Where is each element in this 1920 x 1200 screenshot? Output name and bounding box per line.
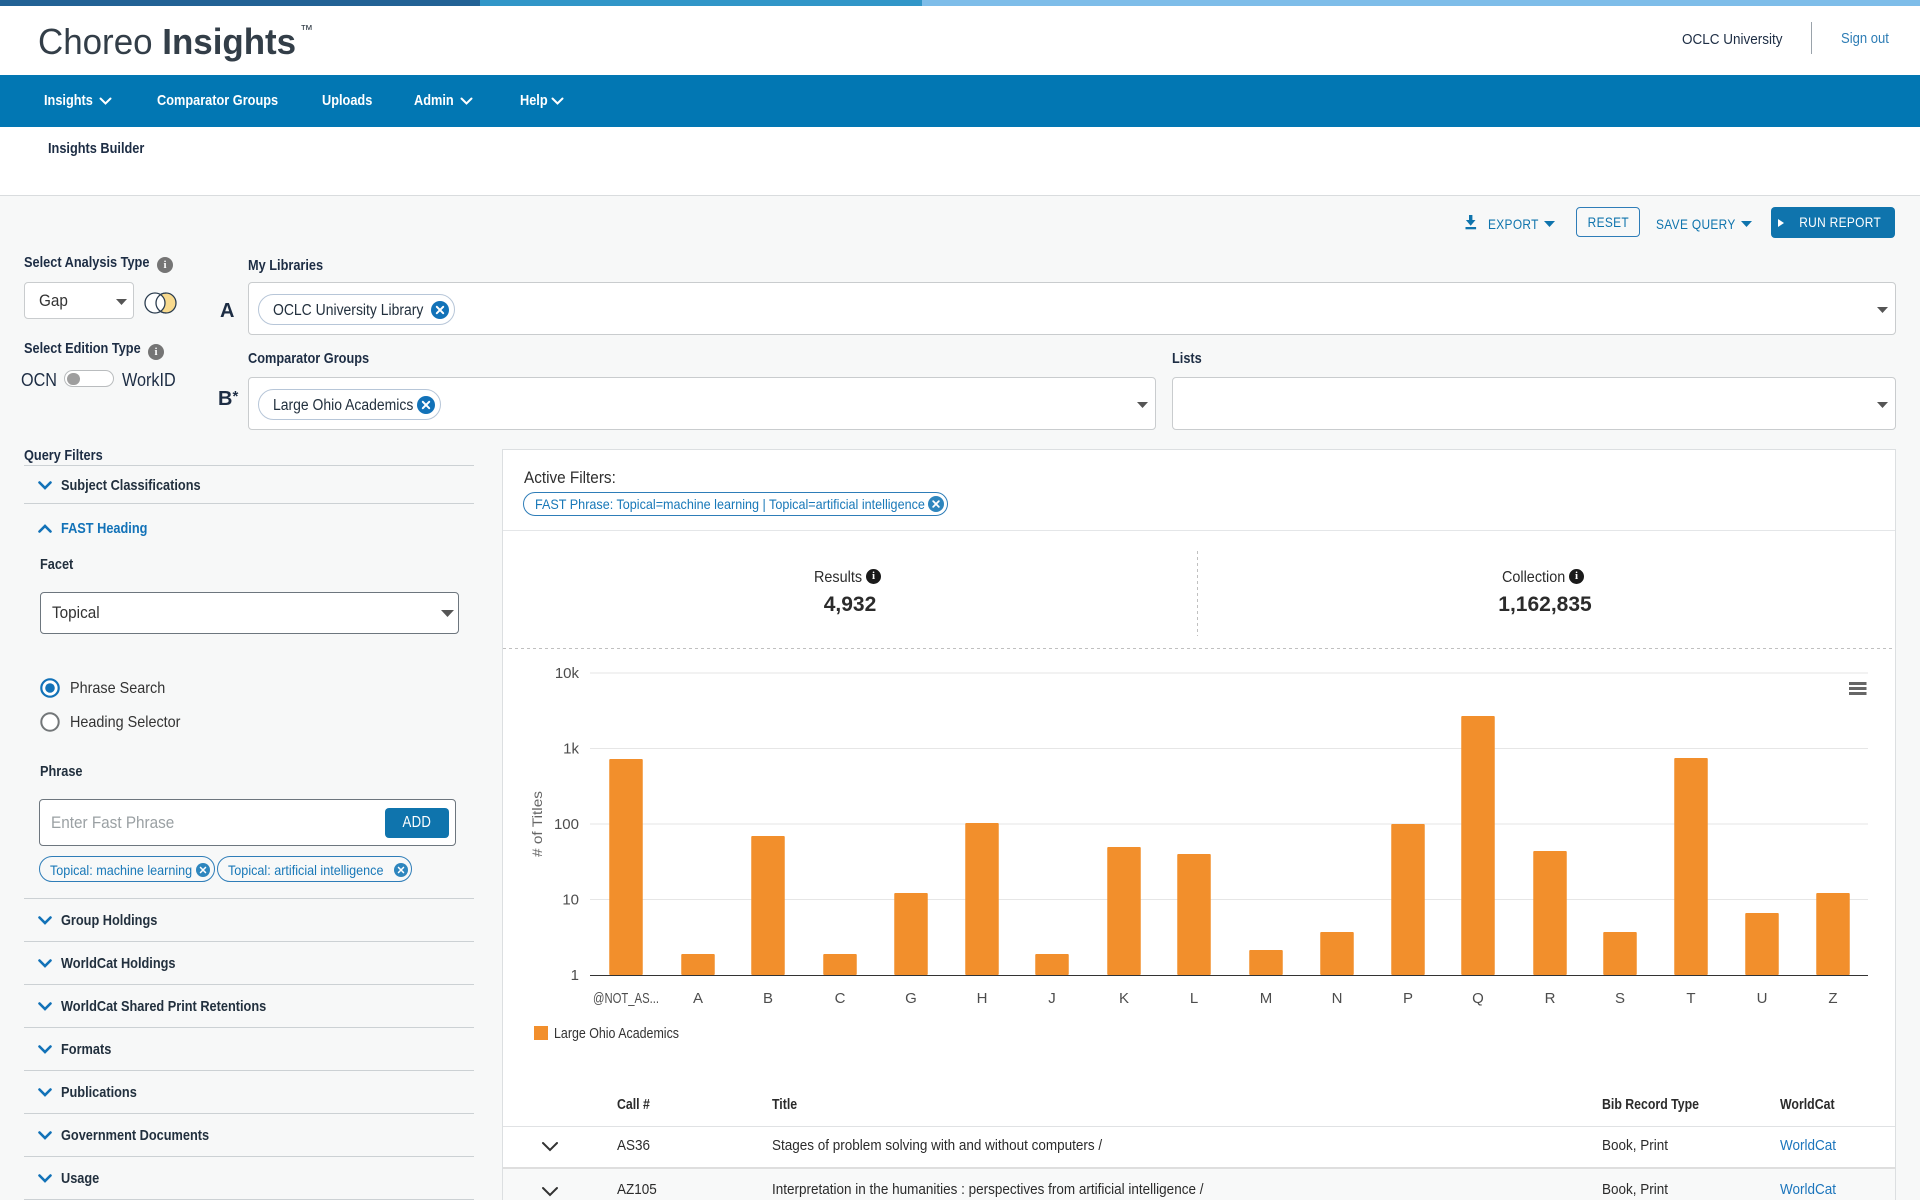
svg-text:L: L (1190, 990, 1198, 1007)
svg-text:U: U (1757, 990, 1768, 1007)
svg-text:@NOT_AS...: @NOT_AS... (593, 990, 659, 1007)
svg-text:Z: Z (1828, 990, 1837, 1007)
svg-text:A: A (693, 990, 703, 1007)
svg-text:Large Ohio Academics: Large Ohio Academics (554, 1026, 679, 1042)
svg-text:T: T (1686, 990, 1695, 1007)
svg-text:M: M (1260, 990, 1273, 1007)
svg-text:10: 10 (562, 892, 579, 909)
svg-text:J: J (1048, 990, 1056, 1007)
svg-text:B: B (763, 990, 773, 1007)
svg-text:C: C (835, 990, 846, 1007)
svg-text:H: H (977, 990, 988, 1007)
svg-text:R: R (1545, 990, 1556, 1007)
svg-text:G: G (905, 990, 917, 1007)
svg-text:# of Titles: # of Titles (529, 791, 545, 857)
svg-text:P: P (1403, 990, 1413, 1007)
svg-text:1: 1 (571, 967, 579, 984)
svg-text:100: 100 (554, 816, 579, 833)
svg-text:S: S (1615, 990, 1625, 1007)
svg-text:1k: 1k (563, 741, 579, 758)
svg-text:10k: 10k (555, 665, 580, 682)
svg-text:K: K (1119, 990, 1129, 1007)
svg-text:Q: Q (1472, 990, 1484, 1007)
svg-text:N: N (1332, 990, 1343, 1007)
